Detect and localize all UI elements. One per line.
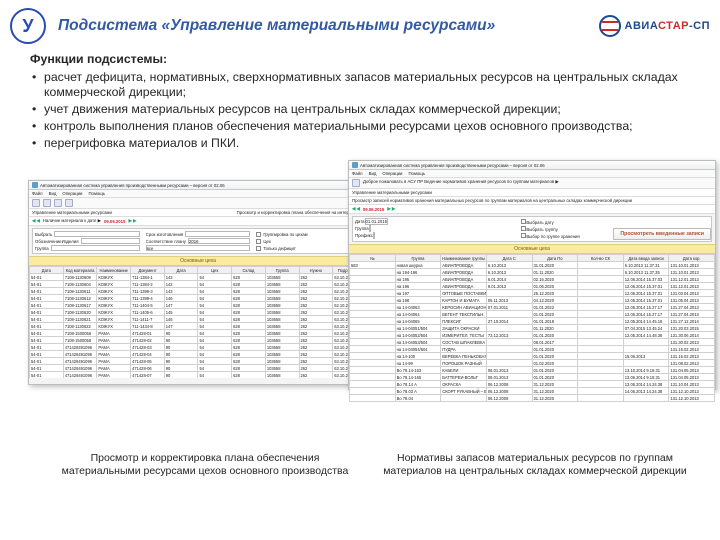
header-bar: У Подсистема «Управление материальными р… — [0, 0, 720, 48]
filter-deficit-chk[interactable]: Только дефицит — [256, 245, 361, 251]
aviastar-logo-text: АВИАСТАР-СП — [625, 20, 710, 32]
menu-bar[interactable]: Файл Вид Операции Помощь — [29, 190, 367, 198]
toolbar-icon[interactable] — [32, 199, 40, 207]
toolbar-icon[interactable] — [65, 199, 73, 207]
functions-heading: Функции подсистемы: — [30, 52, 690, 68]
pane-breadcrumb: Управление материальными ресурсами — [349, 189, 715, 197]
caption-left: Просмотр и корректировка плана обеспечен… — [50, 452, 360, 478]
pane-breadcrumb: Управление материальными ресурсами Просм… — [29, 209, 367, 217]
tool-bar — [29, 198, 367, 209]
date-prev-icon[interactable]: ◀ ◀ — [352, 206, 360, 212]
caption-right: Нормативы запасов материальных ресурсов … — [380, 452, 690, 478]
toolbar-hint: Доброе пожаловать в АСУ ПР Ведение норма… — [363, 179, 559, 187]
filter-panel: Выбрать Срок изготовления Группировка по… — [32, 228, 364, 254]
screenshot-left-window: Автоматизированная система управления пр… — [28, 180, 368, 385]
filter-group-chk[interactable]: Группировка по цехам — [256, 231, 361, 237]
section-band: Основные цеха — [349, 244, 715, 254]
date-navigator[interactable]: ◀ ◀ Наличие материала к дате ▶ 09.06.201… — [29, 217, 367, 226]
aviastar-logo: АВИАСТАР-СП — [599, 15, 710, 37]
pane-breadcrumb: Просмотр записей нормативов хранения мат… — [349, 197, 715, 205]
functions-item: контроль выполнения планов обеспечения м… — [32, 119, 690, 135]
screenshots-area: Автоматизированная система управления пр… — [28, 160, 710, 450]
page-title: Подсистема «Управление материальными рес… — [58, 17, 599, 35]
menu-item[interactable]: Файл — [352, 171, 363, 176]
win-title-text: Автоматизированная система управления пр… — [40, 183, 225, 188]
menu-item[interactable]: Вид — [369, 171, 377, 176]
date-label: Наличие материала к дате ▶ — [43, 218, 101, 224]
date-next-icon[interactable]: ▶ ▶ — [128, 218, 136, 224]
menu-item[interactable]: Помощь — [408, 171, 425, 176]
screenshot-right-window: Автоматизированная система управления пр… — [348, 160, 716, 390]
filter-product[interactable]: Срок изготовления — [146, 231, 251, 237]
filter-group[interactable]: Группа — [355, 226, 511, 232]
functions-block: Функции подсистемы: расчет дефицита, нор… — [0, 48, 720, 158]
table-wrapper: ДатаКод материалаНаименованиеДокументДат… — [29, 266, 367, 378]
view-records-button[interactable]: Просмотреть введенные записи — [613, 228, 711, 240]
menu-bar[interactable]: Файл Вид Операции Помощь — [349, 170, 715, 178]
date-value: 09.06.2015 — [104, 219, 126, 224]
filter-all[interactable]: все — [146, 245, 251, 251]
filter-shop-chk[interactable]: Цех — [256, 238, 361, 244]
filter-group[interactable]: Группа — [35, 245, 140, 251]
data-table[interactable]: №ГруппаНаименование группыДата СДата ПоК… — [349, 254, 715, 402]
university-logo-letter: У — [22, 16, 33, 37]
filter-plan[interactable]: Соответствие плану2016 — [146, 238, 251, 244]
date-next-icon[interactable]: ▶ ▶ — [387, 206, 395, 212]
menu-item[interactable]: Файл — [32, 191, 43, 196]
toolbar-icon[interactable] — [352, 179, 360, 187]
menu-item[interactable]: Операции — [382, 171, 402, 176]
menu-item[interactable]: Операции — [62, 191, 82, 196]
functions-item: расчет дефицита, нормативных, сверхнорма… — [32, 70, 690, 101]
functions-item: перегрифовка материалов и ПКИ. — [32, 136, 690, 152]
aviastar-logo-icon — [599, 15, 621, 37]
toolbar-icon[interactable] — [43, 199, 51, 207]
table-wrapper: №ГруппаНаименование группыДата СДата ПоК… — [349, 254, 715, 404]
captions-row: Просмотр и корректировка плана обеспечен… — [50, 452, 690, 478]
date-prev-icon[interactable]: ◀ ◀ — [32, 218, 40, 224]
filter-prefix[interactable]: Префикс — [355, 233, 511, 239]
menu-item[interactable]: Вид — [49, 191, 57, 196]
menu-item[interactable]: Помощь — [88, 191, 105, 196]
university-logo: У — [10, 8, 46, 44]
filter-date[interactable]: Дата01.01.2015 — [355, 219, 511, 225]
functions-list: расчет дефицита, нормативных, сверхнорма… — [30, 70, 690, 152]
toolbar-icon[interactable] — [54, 199, 62, 207]
data-table[interactable]: ДатаКод материалаНаименованиеДокументДат… — [29, 266, 367, 378]
app-icon — [32, 182, 38, 188]
section-band: Основные цеха — [29, 256, 367, 266]
filter-product2[interactable]: ОбозначениеИзделия — [35, 238, 140, 244]
win-title-bar: Автоматизированная система управления пр… — [349, 161, 715, 170]
date-navigator[interactable]: ◀ ◀ 09.06.2015 ▶ ▶ — [349, 205, 715, 214]
app-icon — [352, 162, 358, 168]
win-title-bar: Автоматизированная система управления пр… — [29, 181, 367, 190]
tool-bar: Доброе пожаловать в АСУ ПР Ведение норма… — [349, 178, 715, 189]
chk-select-date[interactable]: Выбрать дату — [521, 219, 709, 225]
date-value: 09.06.2015 — [363, 207, 385, 212]
filter-select[interactable]: Выбрать — [35, 231, 140, 237]
functions-item: учет движения материальных ресурсов на ц… — [32, 102, 690, 118]
win-title-text: Автоматизированная система управления пр… — [360, 163, 545, 168]
